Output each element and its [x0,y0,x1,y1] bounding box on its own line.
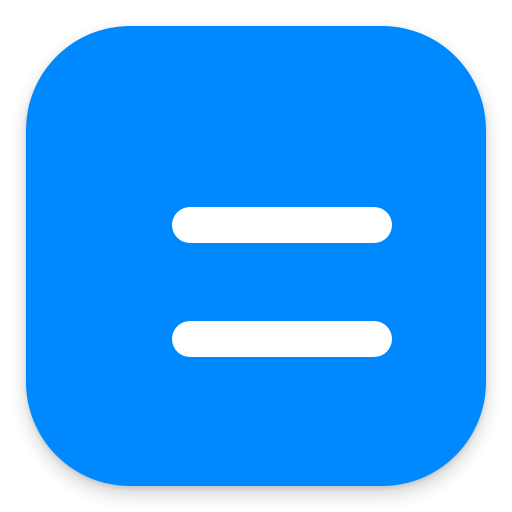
equals-top-bar [172,207,392,243]
icon-canvas [0,0,512,512]
equals-bottom-bar [172,321,392,357]
equals-app-icon[interactable] [26,26,486,486]
